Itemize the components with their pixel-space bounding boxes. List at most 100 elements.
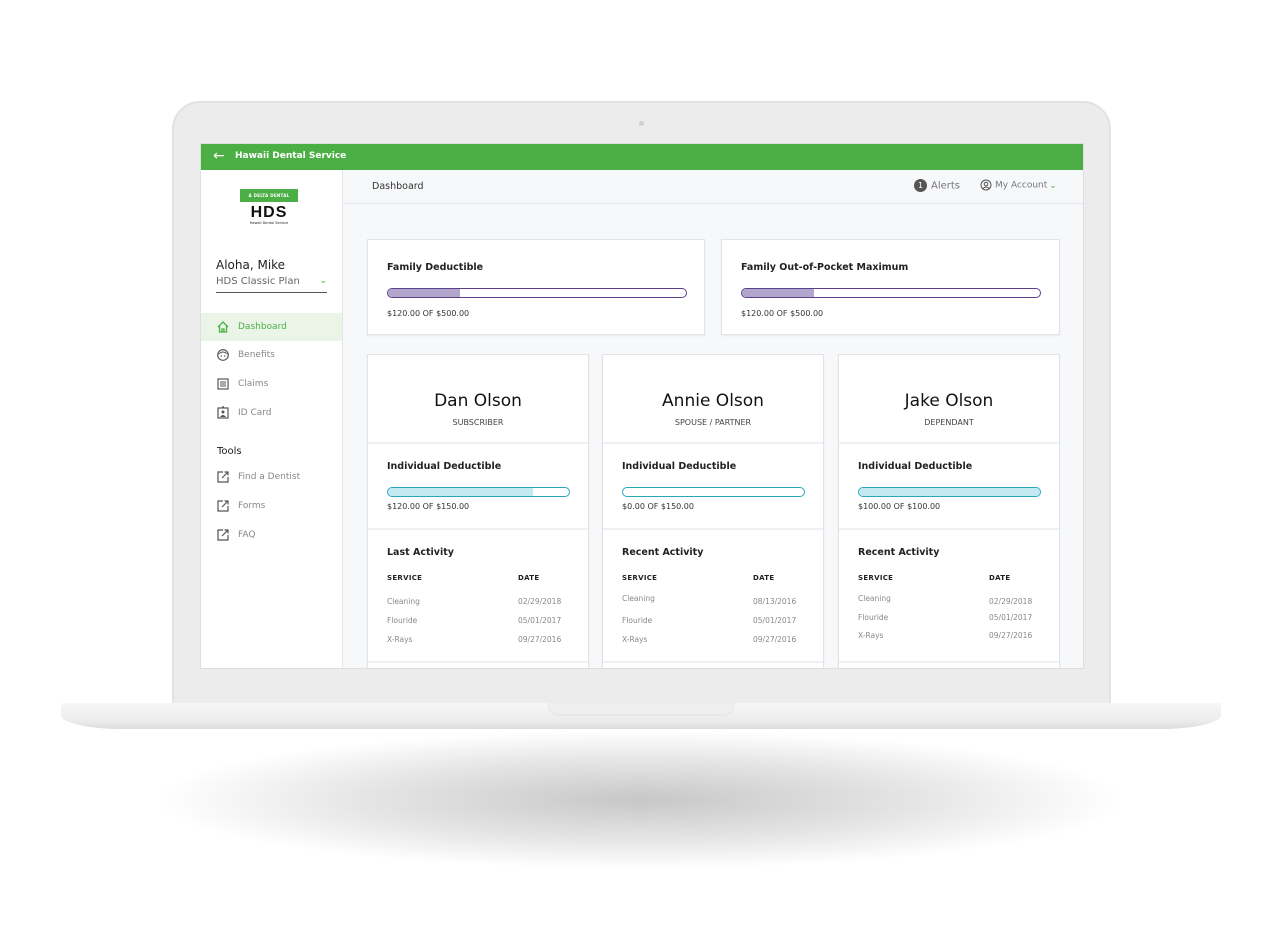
breadcrumb: Dashboard [372,181,424,192]
column-header-service: SERVICE [387,574,423,582]
activity-service: Cleaning [387,597,420,606]
external-link-icon [217,471,229,483]
member-name: Annie Olson [662,391,764,411]
sidebar-item-benefits[interactable]: Benefits [201,341,342,369]
home-icon [217,321,229,333]
amount-text: $0.00 OF $150.00 [622,502,694,511]
tools-heading: Tools [217,446,242,457]
external-link-icon [217,500,229,512]
list-icon [217,378,229,390]
alerts-count-badge: 1 [914,179,927,192]
column-header-date: DATE [989,574,1011,582]
divider [603,442,823,444]
laptop-shadow [150,730,1130,870]
alerts-button[interactable]: 1 Alerts [914,179,960,192]
family-oop-progress [741,288,1041,298]
sidebar-item-label: Benefits [238,350,275,360]
activity-service: Flouride [858,613,889,622]
card-title: Family Out-of-Pocket Maximum [741,262,909,273]
activity-date: 09/27/2016 [989,631,1033,640]
activity-date: 02/29/2018 [518,597,562,606]
progress-fill [388,289,460,297]
member-name: Jake Olson [904,391,994,411]
activity-service: X-Rays [387,635,413,644]
app-title: Hawaii Dental Service [235,151,347,161]
activity-service: X-Rays [622,635,648,644]
column-header-service: SERVICE [858,574,894,582]
activity-date: 09/27/2016 [753,635,797,644]
individual-deductible-progress [858,487,1041,497]
activity-service: X-Rays [858,631,884,640]
divider [603,528,823,530]
member-role: SPOUSE / PARTNER [674,418,752,427]
sidebar-item-label: Claims [238,379,269,389]
deductible-title: Individual Deductible [387,461,502,472]
amount-text: $120.00 OF $500.00 [387,309,470,318]
progress-fill [742,289,814,297]
divider [603,661,823,663]
member-role: SUBSCRIBER [452,418,504,427]
family-deductible-progress [387,288,687,298]
member-name: Dan Olson [434,391,522,411]
sidebar-item-label: FAQ [238,530,256,540]
column-header-date: DATE [518,574,540,582]
app-screen: ← Hawaii Dental Service Δ DELTA DENTAL H… [200,143,1084,669]
member-card-dan: Dan Olson SUBSCRIBER Individual Deductib… [367,354,589,668]
individual-deductible-progress [622,487,805,497]
member-card-jake: Jake Olson DEPENDANT Individual Deductib… [838,354,1060,668]
activity-title: Recent Activity [622,547,704,558]
sidebar-item-faq[interactable]: FAQ [201,521,342,549]
divider [839,442,1059,444]
top-bar: ← Hawaii Dental Service [201,144,1083,170]
divider [368,528,588,530]
column-header-date: DATE [753,574,775,582]
sidebar-item-label: Forms [238,501,266,511]
my-account-label: My Account [995,180,1048,191]
hds-logo[interactable]: Δ DELTA DENTAL HDS Hawaii Dental Service [240,189,298,226]
tooth-face-icon [217,349,229,361]
amount-text: $120.00 OF $150.00 [387,502,470,511]
sidebar: Δ DELTA DENTAL HDS Hawaii Dental Service… [201,170,343,668]
divider [368,442,588,444]
deductible-title: Individual Deductible [858,461,973,472]
id-card-icon [217,406,229,419]
my-account-menu[interactable]: My Account ⌄ [980,179,1057,191]
sidebar-item-id-card[interactable]: ID Card [201,399,342,427]
activity-service: Cleaning [858,594,891,603]
activity-date: 08/13/2016 [753,597,797,606]
sidebar-item-label: Find a Dentist [238,472,301,482]
chevron-down-icon: ⌄ [1049,180,1057,191]
sidebar-item-find-a-dentist[interactable]: Find a Dentist [201,463,342,491]
alerts-label: Alerts [931,180,961,192]
sidebar-item-label: ID Card [238,408,272,418]
progress-fill [859,488,1040,496]
amount-text: $120.00 OF $500.00 [741,309,824,318]
family-oop-max-card: Family Out-of-Pocket Maximum $120.00 OF … [721,239,1060,335]
logo-name: HDS [250,204,288,221]
activity-title: Last Activity [387,547,454,558]
sidebar-item-claims[interactable]: Claims [201,370,342,398]
greeting: Aloha, Mike [216,258,286,272]
laptop-camera [639,121,644,126]
arrow-left-icon[interactable]: ← [213,148,225,164]
page-header: Dashboard 1 Alerts My Account ⌄ [343,170,1083,204]
sidebar-item-dashboard[interactable]: Dashboard [201,313,342,341]
individual-deductible-progress [387,487,570,497]
activity-date: 02/29/2018 [989,597,1033,606]
divider [839,528,1059,530]
plan-select[interactable]: HDS Classic Plan ⌄ [216,276,327,293]
activity-service: Cleaning [622,594,655,603]
activity-date: 09/27/2016 [518,635,562,644]
sidebar-item-forms[interactable]: Forms [201,492,342,520]
laptop-notch [547,703,735,716]
sidebar-item-label: Dashboard [238,322,287,332]
logo-subtitle: Hawaii Dental Service [249,221,289,225]
divider [839,661,1059,663]
activity-title: Recent Activity [858,547,940,558]
progress-fill [388,488,533,496]
external-link-icon [217,529,229,541]
delta-dental-brand: Δ DELTA DENTAL [240,189,298,202]
member-role: DEPENDANT [924,418,974,427]
chevron-down-icon: ⌄ [319,276,327,286]
activity-date: 05/01/2017 [989,613,1033,622]
